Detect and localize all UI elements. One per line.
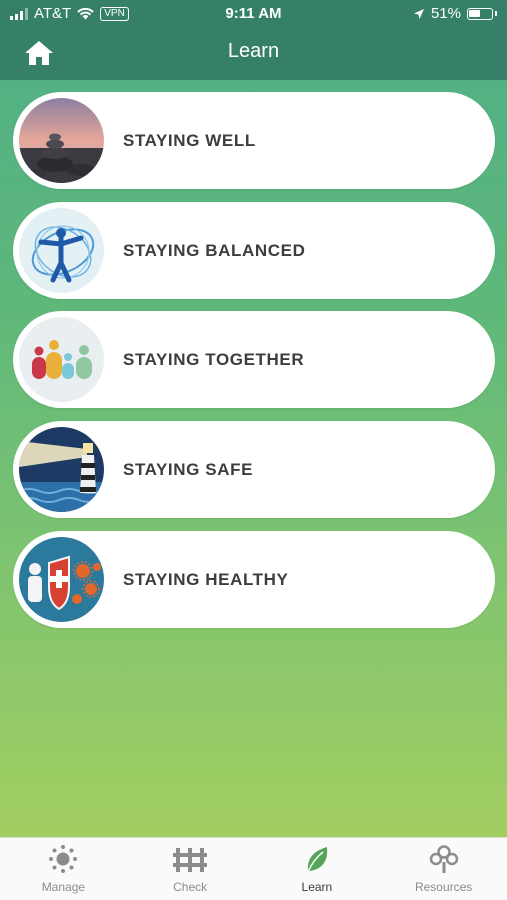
stones-icon — [19, 98, 104, 183]
card-label: STAYING HEALTHY — [123, 570, 289, 589]
card-label: STAYING BALANCED — [123, 241, 306, 260]
tab-check[interactable]: Check — [127, 838, 254, 900]
card-label: STAYING WELL — [123, 131, 256, 150]
leaf-icon — [307, 847, 328, 873]
sun-icon — [49, 845, 78, 873]
vitruvian-icon — [19, 208, 104, 293]
tab-label: Check — [173, 880, 208, 894]
page-title: Learn — [227, 40, 280, 62]
card-staying-well[interactable]: STAYING WELL — [13, 92, 495, 189]
tab-label: Resources — [414, 880, 473, 894]
status-bar: AT&T VPN 9:11 AM 51% — [0, 0, 507, 28]
tree-icon — [429, 845, 458, 873]
card-staying-safe[interactable]: STAYING SAFE — [13, 421, 495, 518]
family-icon — [19, 317, 104, 402]
header-bar: AT&T VPN 9:11 AM 51% Learn — [0, 0, 507, 80]
card-label: STAYING SAFE — [123, 460, 254, 479]
card-staying-healthy[interactable]: STAYING HEALTHY — [13, 531, 495, 628]
battery-icon — [467, 7, 493, 20]
tab-manage[interactable]: Manage — [0, 838, 127, 900]
tab-learn[interactable]: Learn — [254, 838, 381, 900]
battery-percent: 51% — [430, 5, 461, 22]
tab-resources[interactable]: Resources — [380, 838, 507, 900]
card-label: STAYING TOGETHER — [123, 350, 305, 369]
lighthouse-icon — [19, 427, 104, 512]
tab-label: Manage — [41, 880, 86, 894]
card-staying-together[interactable]: STAYING TOGETHER — [13, 311, 495, 408]
bottom-tab-bar: Manage Check Learn Resources — [0, 837, 507, 900]
location-arrow-icon — [413, 8, 424, 19]
learn-list: STAYING WELL STAYING BALANCED STAYING TO… — [13, 92, 495, 641]
card-staying-balanced[interactable]: STAYING BALANCED — [13, 202, 495, 299]
shield-virus-icon — [19, 537, 104, 622]
tab-label: Learn — [301, 880, 333, 894]
fence-icon — [173, 848, 208, 872]
